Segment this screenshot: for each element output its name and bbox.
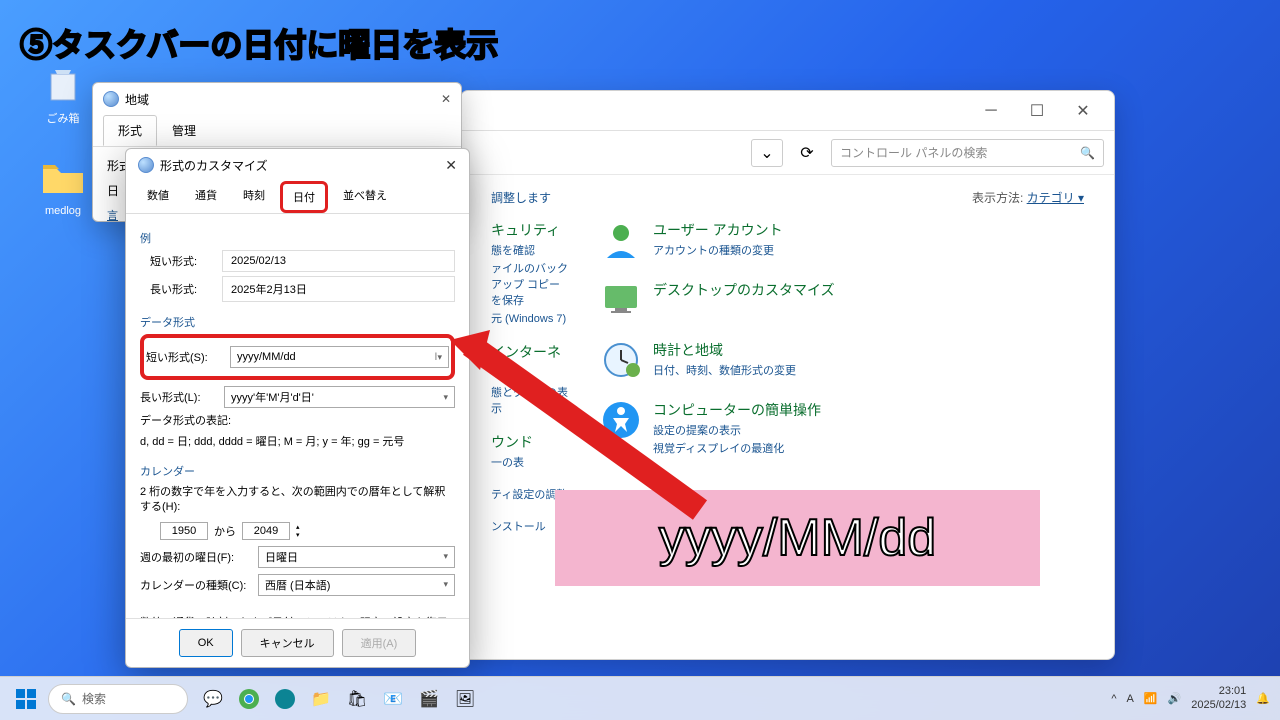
cal-type-label: カレンダーの種類(C): (140, 577, 250, 593)
close-button[interactable]: ✕ (1060, 95, 1106, 127)
cp-link[interactable]: 元 (Windows 7) (491, 310, 571, 326)
cp-cat-user[interactable]: ユーザー アカウント (653, 220, 783, 240)
search-box[interactable]: コントロール パネルの検索 🔍 (831, 139, 1104, 167)
kara-label: から (214, 523, 236, 539)
short-format-label: 短い形式(S): (146, 349, 222, 365)
year-from (160, 522, 208, 540)
cp-link[interactable]: 一の表 (491, 454, 571, 470)
recycle-icon (39, 60, 87, 108)
tab-admin[interactable]: 管理 (157, 115, 211, 146)
long-example: 2025年2月13日 (222, 276, 455, 302)
cp-link[interactable]: 態とタスクの表示 (491, 384, 571, 416)
cp-navbar: ⌄ ⟳ コントロール パネルの検索 🔍 (461, 131, 1114, 175)
tab-currency[interactable]: 通貨 (184, 181, 228, 213)
breadcrumb-dropdown[interactable]: ⌄ (751, 139, 783, 167)
cp-cat-sound[interactable]: ウンド (491, 432, 571, 452)
minimize-button[interactable]: ─ (968, 95, 1014, 127)
taskbar: 🔍 検索 💬 📁 🛍 📧 🎬 🖼 ^ A 📶 🔊 23:01 2025/02/1… (0, 676, 1280, 720)
view-mode-link[interactable]: カテゴリ ▾ (1027, 191, 1084, 205)
app-icon[interactable]: 🎬 (414, 684, 444, 714)
callout-text: yyyy/MM/dd (659, 508, 936, 568)
cp-cat-internet[interactable]: インターネット (491, 342, 571, 382)
cp-cat-ease[interactable]: コンピューターの簡単操作 (653, 400, 821, 420)
notation-label: データ形式の表記: (140, 414, 455, 429)
user-icon (601, 220, 641, 260)
search-icon: 🔍 (61, 692, 76, 706)
long-format-label: 長い形式(L): (140, 389, 216, 405)
search-icon: 🔍 (1080, 146, 1095, 160)
store-icon[interactable]: 🛍 (342, 684, 372, 714)
short-label: 短い形式: (150, 253, 210, 269)
folder-medlog[interactable]: medlog (28, 155, 98, 217)
volume-icon[interactable]: 🔊 (1168, 692, 1182, 705)
folder-label: medlog (45, 205, 81, 217)
long-label: 長い形式: (150, 281, 210, 297)
cp-cat-clock[interactable]: 時計と地域 (653, 340, 796, 360)
ime-indicator[interactable]: A (1126, 693, 1133, 705)
chrome-icon[interactable] (234, 684, 264, 714)
cp-cat-desktop[interactable]: デスクトップのカスタマイズ (653, 280, 835, 300)
apply-button[interactable]: 適用(A) (342, 629, 417, 657)
tab-number[interactable]: 数値 (136, 181, 180, 213)
start-button[interactable] (10, 683, 42, 715)
clock-icon (601, 340, 641, 380)
data-section: データ形式 (140, 314, 455, 330)
maximize-button[interactable]: ☐ (1014, 95, 1060, 127)
edge-icon[interactable] (270, 684, 300, 714)
cancel-button[interactable]: キャンセル (241, 629, 334, 657)
notification-icon[interactable]: 🔔 (1256, 692, 1270, 705)
region-title: 地域 (125, 91, 149, 108)
close-button[interactable]: ✕ (441, 92, 451, 106)
tray-chevron[interactable]: ^ (1111, 693, 1116, 705)
callout-box: yyyy/MM/dd (555, 490, 1040, 586)
example-section: 例 (140, 230, 455, 246)
tab-date[interactable]: 日付 (280, 181, 328, 213)
tab-time[interactable]: 時刻 (232, 181, 276, 213)
cp-link[interactable]: 視覚ディスプレイの最適化 (653, 440, 821, 456)
first-day-label: 週の最初の曜日(F): (140, 549, 250, 565)
short-example: 2025/02/13 (222, 250, 455, 272)
app-icon[interactable]: 🖼 (450, 684, 480, 714)
recycle-bin[interactable]: ごみ箱 (28, 60, 98, 126)
task-icon[interactable]: 💬 (198, 684, 228, 714)
ok-button[interactable]: OK (179, 629, 233, 657)
long-format-combo[interactable]: yyyy'年'M'月'd'日'▾ (224, 386, 455, 408)
format-customize-dialog: 形式のカスタマイズ ✕ 数値 通貨 時刻 日付 並べ替え 例 短い形式: 202… (125, 148, 470, 668)
cp-titlebar: ─ ☐ ✕ (461, 91, 1114, 131)
cp-link[interactable]: ァイルのバックアップ コピーを保存 (491, 260, 571, 308)
cp-link[interactable]: アカウントの種類の変更 (653, 242, 783, 258)
notation-text: d, dd = 日; ddd, dddd = 曜日; M = 月; y = 年;… (140, 435, 455, 450)
wifi-icon[interactable]: 📶 (1144, 692, 1158, 705)
tutorial-title: ⑤タスクバーの日付に曜日を表示 (20, 20, 498, 66)
cp-link[interactable]: 日付、時刻、数値形式の変更 (653, 362, 796, 378)
folder-icon (39, 155, 87, 203)
desktop-icon (601, 280, 641, 320)
calendar-section: カレンダー (140, 463, 455, 479)
tab-format[interactable]: 形式 (103, 115, 157, 146)
globe-icon (138, 157, 154, 173)
taskbar-clock[interactable]: 23:01 2025/02/13 (1191, 685, 1246, 711)
first-day-combo[interactable]: 日曜日▾ (258, 546, 455, 568)
short-format-combo[interactable]: yyyy/MM/ddI▾ (230, 346, 449, 368)
app-icon[interactable]: 📧 (378, 684, 408, 714)
cp-heading: 調整します (491, 189, 551, 206)
cp-link[interactable]: 態を確認 (491, 242, 571, 258)
tab-sort[interactable]: 並べ替え (332, 181, 398, 213)
refresh-button[interactable]: ⟳ (793, 139, 821, 167)
format-title: 形式のカスタマイズ (160, 157, 268, 174)
close-button[interactable]: ✕ (445, 157, 457, 174)
cp-cat-security[interactable]: キュリティ (491, 220, 571, 240)
calendar-note: 2 桁の数字で年を入力すると、次の範囲内での暦年として解釈する(H): (140, 485, 455, 516)
globe-icon (103, 91, 119, 107)
cal-type-combo[interactable]: 西暦 (日本語)▾ (258, 574, 455, 596)
taskbar-search[interactable]: 🔍 検索 (48, 684, 188, 714)
year-spinner[interactable]: ▴▾ (296, 523, 300, 539)
recycle-label: ごみ箱 (47, 110, 80, 126)
cp-link[interactable]: 設定の提案の表示 (653, 422, 821, 438)
explorer-icon[interactable]: 📁 (306, 684, 336, 714)
year-to[interactable] (242, 522, 290, 540)
ease-icon (601, 400, 641, 440)
